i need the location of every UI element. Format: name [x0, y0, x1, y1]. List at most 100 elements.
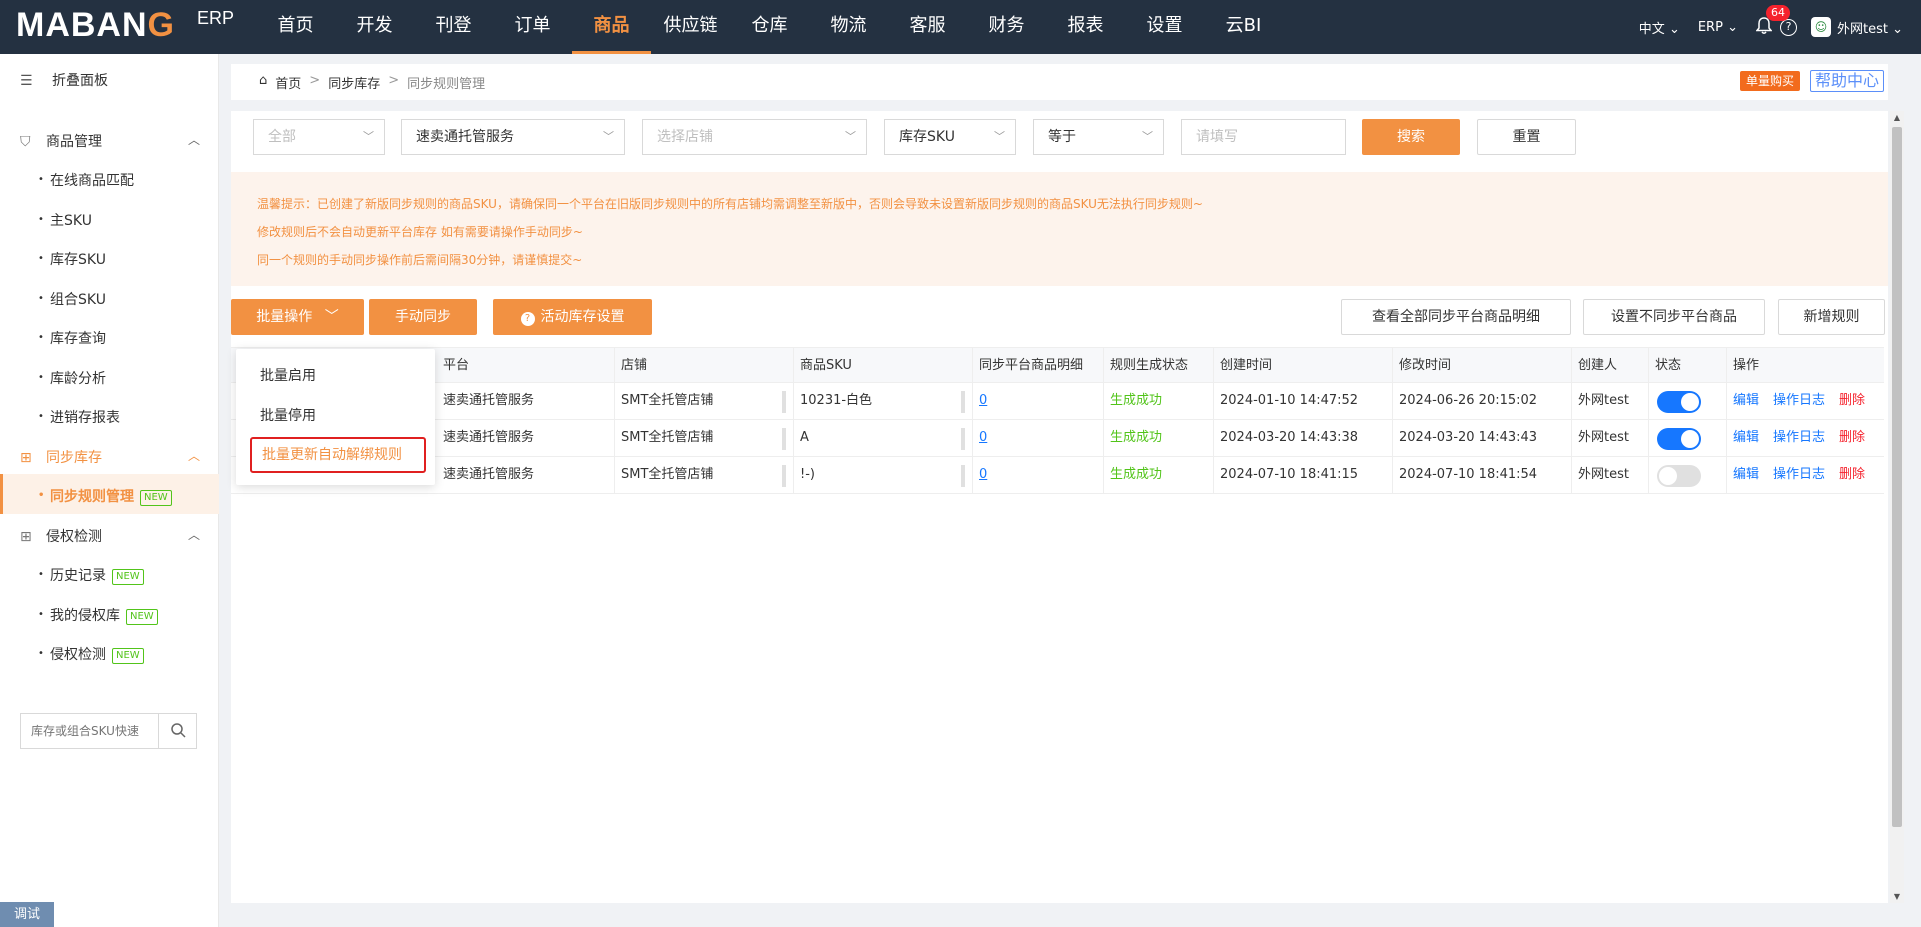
nav-develop[interactable]: 开发 [335, 0, 414, 54]
sidebar-item-master-sku[interactable]: 主SKU [38, 210, 92, 230]
search-button[interactable]: 搜索 [1362, 119, 1460, 155]
filter-select-sku-type[interactable]: 库存SKU ﹀ [884, 119, 1016, 155]
add-rule-button[interactable]: 新增规则 [1778, 299, 1885, 335]
edit-link[interactable]: 编辑 [1733, 430, 1759, 445]
batch-update-auto-unbind-option[interactable]: 批量更新自动解绑规则 [250, 437, 426, 473]
sidebar-item-history[interactable]: 历史记录 NEW [38, 565, 144, 585]
sidebar-group-sync-stock[interactable]: ⊞ 同步库存 ︿ [20, 447, 200, 467]
scrollbar-thumb[interactable] [1892, 127, 1902, 827]
operation-log-link[interactable]: 操作日志 [1773, 393, 1825, 408]
sidebar-group-infringement[interactable]: ⊞ 侵权检测 ︿ [20, 526, 200, 546]
operation-log-link[interactable]: 操作日志 [1773, 430, 1825, 445]
cell-creator: 外网test [1572, 383, 1649, 419]
batch-operation-button[interactable]: 批量操作 ﹀ [231, 299, 364, 335]
status-toggle[interactable] [1657, 428, 1701, 450]
sku-search-input[interactable] [21, 714, 159, 748]
view-all-sync-details-button[interactable]: 查看全部同步平台商品明细 [1341, 299, 1571, 335]
sidebar-item-combo-sku[interactable]: 组合SKU [38, 289, 106, 309]
sidebar-item-sync-rule-management[interactable]: 同步规则管理 NEW [38, 486, 172, 506]
nav-reports[interactable]: 报表 [1046, 0, 1125, 54]
nav-warehouse[interactable]: 仓库 [730, 0, 809, 54]
edit-link[interactable]: 编辑 [1733, 393, 1759, 408]
notification-bell[interactable]: 64 [1755, 5, 1790, 37]
delete-link[interactable]: 删除 [1839, 393, 1865, 408]
chevron-up-icon: ︿ [187, 528, 200, 542]
status-toggle[interactable] [1657, 391, 1701, 413]
sidebar-item-inventory-report[interactable]: 进销存报表 [38, 407, 120, 427]
nav-settings[interactable]: 设置 [1125, 0, 1204, 54]
edit-link[interactable]: 编辑 [1733, 467, 1759, 482]
nav-cloud-bi[interactable]: 云BI [1204, 0, 1283, 54]
sidebar-item-online-match[interactable]: 在线商品匹配 [38, 170, 134, 190]
cell-divider [961, 391, 965, 413]
status-toggle[interactable] [1657, 465, 1701, 487]
column-header-modified-time: 修改时间 [1393, 348, 1572, 384]
set-no-sync-products-button[interactable]: 设置不同步平台商品 [1583, 299, 1765, 335]
system-dropdown[interactable]: ERP ⌄ [1698, 20, 1738, 35]
activity-stock-settings-button[interactable]: ? 活动库存设置 [493, 299, 652, 335]
chevron-up-icon: ︿ [187, 133, 200, 147]
nav-finance[interactable]: 财务 [967, 0, 1046, 54]
nav-home[interactable]: 首页 [256, 0, 335, 54]
sidebar-item-stock-age[interactable]: 库龄分析 [38, 368, 106, 388]
nav-supply-chain[interactable]: 供应链 [651, 0, 730, 54]
sidebar-item-label: 同步规则管理 [50, 489, 134, 505]
cell-shop: SMT全托管店铺 [615, 457, 794, 493]
select-value: 速卖通托管服务 [416, 129, 514, 145]
nav-products[interactable]: 商品 [572, 0, 651, 54]
page-scrollbar[interactable]: ▲ ▼ [1890, 111, 1904, 903]
batch-disable-option[interactable]: 批量停用 [236, 398, 435, 434]
nav-orders[interactable]: 订单 [493, 0, 572, 54]
sync-detail-link[interactable]: 0 [973, 420, 1104, 456]
single-buy-button[interactable]: 单量购买 [1739, 71, 1800, 91]
cell-divider [782, 465, 786, 487]
manual-sync-button[interactable]: 手动同步 [369, 299, 477, 335]
username-dropdown[interactable]: 外网test ⌄ [1837, 18, 1903, 37]
breadcrumb-sync-stock[interactable]: 同步库存 [328, 73, 380, 92]
nav-customer-service[interactable]: 客服 [888, 0, 967, 54]
reset-button[interactable]: 重置 [1477, 119, 1576, 155]
cell-platform: 速卖通托管服务 [437, 420, 615, 456]
sidebar-item-my-infringement-library[interactable]: 我的侵权库 NEW [38, 605, 158, 625]
delete-link[interactable]: 删除 [1839, 467, 1865, 482]
batch-enable-option[interactable]: 批量启用 [236, 358, 435, 394]
group-label: 侵权检测 [46, 529, 102, 545]
mabang-logo[interactable]: MABANG [16, 6, 175, 45]
filter-select-all[interactable]: 全部 ﹀ [253, 119, 385, 155]
nav-logistics[interactable]: 物流 [809, 0, 888, 54]
cell-actions: 编辑 操作日志 删除 [1727, 420, 1884, 456]
column-header-status: 状态 [1649, 348, 1727, 384]
column-header-sku: 商品SKU [794, 348, 973, 384]
delete-link[interactable]: 删除 [1839, 430, 1865, 445]
sidebar-item-stock-sku[interactable]: 库存SKU [38, 249, 106, 269]
sync-detail-link[interactable]: 0 [973, 457, 1104, 493]
filter-value-input[interactable]: 请填写 [1181, 119, 1346, 155]
filter-select-shop[interactable]: 选择店铺 ﹀ [642, 119, 867, 155]
sidebar-group-product-management[interactable]: ⛉ 商品管理 ︿ [20, 131, 200, 151]
scroll-down-icon[interactable]: ▼ [1892, 892, 1902, 901]
column-header-creator: 创建人 [1572, 348, 1649, 384]
language-label: 中文 [1638, 21, 1665, 37]
operation-log-link[interactable]: 操作日志 [1773, 467, 1825, 482]
filter-select-operator[interactable]: 等于 ﹀ [1033, 119, 1164, 155]
chevron-up-icon: ︿ [187, 449, 200, 463]
sidebar-item-stock-query[interactable]: 库存查询 [38, 328, 106, 348]
filter-select-platform[interactable]: 速卖通托管服务 ﹀ [401, 119, 625, 155]
search-icon[interactable] [158, 714, 196, 748]
top-right-tools: 中文 ⌄ ERP ⌄ 64 ? ☺ 外网test ⌄ [1621, 0, 1903, 54]
help-icon[interactable]: ? [1779, 18, 1797, 36]
sidebar-item-infringement-check[interactable]: 侵权检测 NEW [38, 644, 144, 664]
language-dropdown[interactable]: 中文 ⌄ [1639, 18, 1680, 37]
help-center-button[interactable]: 帮助中心 [1809, 70, 1884, 92]
sync-detail-link[interactable]: 0 [973, 383, 1104, 419]
user-avatar[interactable]: ☺ [1810, 17, 1831, 37]
sku-quick-search [20, 713, 197, 749]
cell-sku: !-) [794, 457, 973, 493]
debug-button[interactable]: 调试 [0, 902, 54, 927]
nav-listing[interactable]: 刊登 [414, 0, 493, 54]
breadcrumb-home[interactable]: 首页 [275, 73, 301, 92]
scroll-up-icon[interactable]: ▲ [1892, 113, 1902, 122]
table-row: 速卖通托管服务 SMT全托管店铺 10231-白色 0 生成成功 2024-01… [231, 383, 1884, 420]
cell-divider [782, 391, 786, 413]
collapse-panel-button[interactable]: ☰ 折叠面板 [20, 70, 108, 90]
